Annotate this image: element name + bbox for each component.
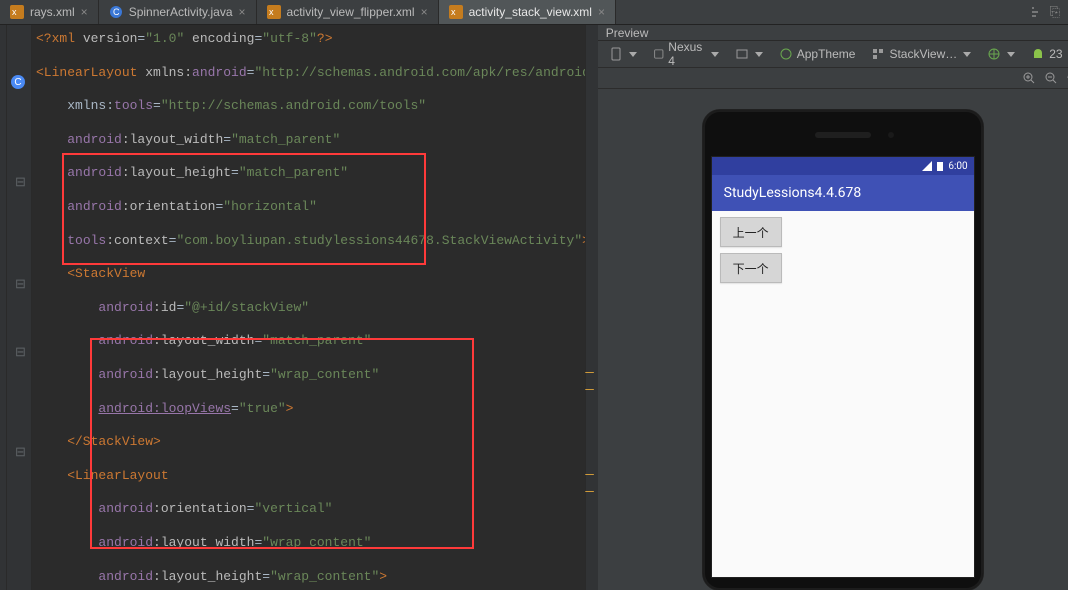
config-icon — [735, 47, 749, 61]
tab-label: activity_stack_view.xml — [469, 5, 592, 19]
class-gutter-icon: C — [11, 75, 25, 89]
api-label: 23 — [1049, 47, 1062, 61]
java-file-icon: C — [109, 5, 123, 19]
tab-stack-view[interactable]: x activity_stack_view.xml × — [439, 0, 616, 24]
next-button[interactable]: 下一个 — [720, 253, 782, 283]
close-icon[interactable]: × — [239, 5, 246, 19]
app-title: StudyLessions4.4.678 — [724, 185, 862, 201]
activity-label: StackView… — [889, 47, 957, 61]
svg-text:x: x — [451, 7, 456, 17]
theme-label: AppTheme — [797, 47, 856, 61]
preview-sub-toolbar — [598, 68, 1068, 89]
preview-panel: Preview Nexus 4 AppTheme StackV — [598, 25, 1068, 590]
tab-label: activity_view_flipper.xml — [287, 5, 415, 19]
svg-text:C: C — [113, 7, 120, 17]
close-icon[interactable]: × — [598, 5, 605, 19]
device-label: Nexus 4 — [668, 40, 704, 68]
code-editor[interactable]: C ⊟ ⊟ ⊟ ⊟ — — — — <?xml version="1.0" en… — [0, 25, 598, 590]
fold-marker-icon[interactable]: ⊟ — [15, 175, 26, 190]
tab-rays-xml[interactable]: x rays.xml × — [0, 0, 99, 24]
close-icon[interactable]: × — [81, 5, 88, 19]
zoom-in-icon[interactable] — [1022, 71, 1036, 85]
theme-icon — [779, 47, 793, 61]
overflow-icon: ⎘ — [1050, 5, 1060, 20]
device-icon — [653, 47, 665, 61]
wifi-icon — [922, 161, 932, 171]
xml-file-icon: x — [10, 5, 24, 19]
status-time: 6:00 — [948, 161, 967, 172]
preview-toolbar: Nexus 4 AppTheme StackView… — [598, 41, 1068, 68]
svg-text:x: x — [269, 7, 274, 17]
editor-scrollbar[interactable]: — — — — — [585, 25, 598, 590]
locale-dropdown[interactable] — [982, 45, 1020, 63]
chevron-down-icon — [1007, 52, 1015, 57]
chevron-down-icon — [711, 52, 719, 57]
arrow-right-icon — [1030, 6, 1042, 18]
editor-tabs: x rays.xml × C SpinnerActivity.java × x … — [0, 0, 1068, 25]
chevron-down-icon — [629, 52, 637, 57]
device-dropdown[interactable]: Nexus 4 — [648, 38, 724, 70]
camera-icon — [888, 132, 894, 138]
xml-file-icon: x — [267, 5, 281, 19]
close-icon[interactable]: × — [421, 5, 428, 19]
layout-icon — [871, 47, 885, 61]
orientation-button[interactable] — [604, 45, 642, 63]
device-frame: 6:00 StudyLessions4.4.678 上一个 下一个 — [702, 109, 984, 590]
phone-icon — [609, 47, 623, 61]
fold-marker-icon[interactable]: ⊟ — [15, 277, 26, 292]
status-bar: 6:00 — [712, 157, 974, 175]
app-bar: StudyLessions4.4.678 — [712, 175, 974, 211]
code-area[interactable]: — — — — <?xml version="1.0" encoding="ut… — [32, 25, 598, 590]
theme-dropdown[interactable]: AppTheme — [774, 45, 861, 63]
device-screen[interactable]: 6:00 StudyLessions4.4.678 上一个 下一个 — [711, 156, 975, 578]
api-dropdown[interactable]: 23 — [1026, 45, 1068, 63]
xml-file-icon: x — [449, 5, 463, 19]
fold-marker-icon[interactable]: ⊟ — [15, 345, 26, 360]
prev-button[interactable]: 上一个 — [720, 217, 782, 247]
battery-icon — [936, 161, 944, 171]
activity-dropdown[interactable]: StackView… — [866, 45, 976, 63]
globe-icon — [987, 47, 1001, 61]
preview-title: Preview — [606, 26, 649, 40]
speaker-icon — [815, 132, 871, 138]
tab-overflow[interactable]: ⎘ — [1022, 0, 1068, 24]
chevron-down-icon — [755, 52, 763, 57]
tab-view-flipper[interactable]: x activity_view_flipper.xml × — [257, 0, 439, 24]
editor-gutter: C ⊟ ⊟ ⊟ ⊟ — [7, 25, 32, 590]
svg-text:x: x — [12, 7, 17, 17]
android-icon — [1031, 47, 1045, 61]
config-dropdown[interactable] — [730, 45, 768, 63]
tab-spinner-activity[interactable]: C SpinnerActivity.java × — [99, 0, 257, 24]
zoom-out-icon[interactable] — [1044, 71, 1058, 85]
chevron-down-icon — [963, 52, 971, 57]
tab-label: SpinnerActivity.java — [129, 5, 233, 19]
fold-marker-icon[interactable]: ⊟ — [15, 445, 26, 460]
tab-label: rays.xml — [30, 5, 75, 19]
